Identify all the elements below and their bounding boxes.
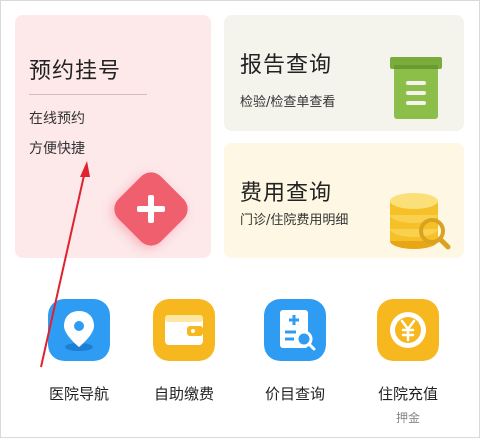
appointment-title: 预约挂号 — [29, 59, 122, 84]
coin-stack-search-icon — [390, 193, 451, 250]
report-subtitle: 检验/检查单查看 — [240, 95, 336, 110]
tool-label: 住院充值 — [377, 385, 438, 403]
fee-title: 费用查询 — [240, 181, 333, 206]
plus-bar-vertical — [148, 195, 154, 223]
tool-label: 医院导航 — [48, 385, 109, 403]
tool-label: 自助缴费 — [153, 385, 214, 403]
appointment-line2: 方便快捷 — [29, 141, 85, 157]
tool-inpatient-recharge[interactable]: 住院充值 押金 — [356, 299, 456, 429]
tool-label: 价目查询 — [264, 385, 325, 403]
fee-subtitle: 门诊/住院费用明细 — [240, 213, 349, 228]
wallet-icon — [153, 299, 215, 361]
tool-price-query[interactable]: 价目查询 — [243, 299, 343, 429]
tool-sublabel: 押金 — [395, 411, 420, 425]
plus-icon[interactable] — [108, 166, 194, 252]
appointment-line1: 在线预约 — [29, 111, 85, 127]
report-card[interactable]: 报告查询 检验/检查单查看 — [224, 15, 464, 131]
map-pin-icon — [48, 299, 110, 361]
tool-hospital-navigation[interactable]: 医院导航 — [27, 299, 127, 429]
appointment-divider — [29, 94, 147, 95]
price-list-search-icon — [264, 299, 326, 361]
app-frame: 预约挂号 在线预约 方便快捷 报告查询 检验/检查单查看 费用查询 门诊/住院费… — [0, 0, 480, 438]
yen-coin-icon — [377, 299, 439, 361]
document-list-icon — [390, 57, 442, 119]
fee-card[interactable]: 费用查询 门诊/住院费用明细 — [224, 143, 464, 258]
report-title: 报告查询 — [240, 53, 333, 78]
tool-self-payment[interactable]: 自助缴费 — [132, 299, 232, 429]
